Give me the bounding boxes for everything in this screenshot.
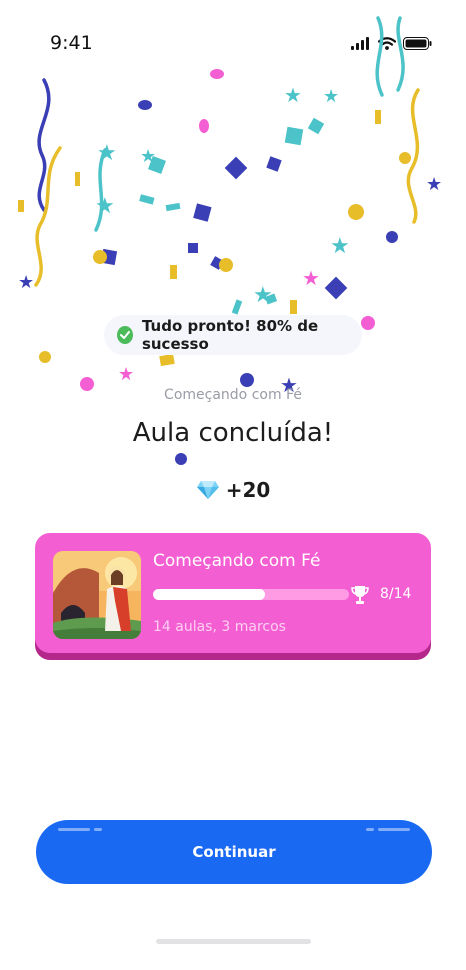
course-card[interactable]: Começando com Fé 8/14 14 aulas, 3 marcos [35,533,431,653]
course-progress-fill [153,589,265,600]
battery-icon [403,37,432,50]
course-thumbnail [53,551,141,639]
svg-text:★: ★ [323,86,339,107]
button-highlight [378,828,410,831]
status-bar: 9:41 [0,0,466,80]
diamond-gem-icon [196,481,219,499]
svg-text:★: ★ [118,364,134,385]
svg-text:★: ★ [97,141,117,166]
wifi-icon [378,37,396,50]
continue-button-label: Continuar [192,843,276,861]
trophy-icon [351,586,369,604]
status-time: 9:41 [50,32,93,54]
success-toast: Tudo pronto! 80% de sucesso [104,315,362,355]
reward: +20 [0,478,466,502]
svg-text:★: ★ [330,234,350,259]
lesson-complete-title: Aula concluída! [132,418,334,448]
continue-button[interactable]: Continuar [36,820,432,884]
lesson-course-name: Começando com Fé [164,387,302,403]
course-card-title: Começando com Fé [153,551,321,571]
course-progress-bar [153,589,349,600]
course-progress-count: 8/14 [380,586,412,602]
svg-text:★: ★ [95,194,115,219]
svg-text:★: ★ [284,83,302,107]
reward-value: +20 [225,478,271,502]
home-indicator [156,939,311,944]
toast-text: Tudo pronto! 80% de sucesso [141,317,319,353]
signal-icon [351,37,369,50]
status-icons [351,37,432,50]
button-highlight [94,828,102,831]
svg-text:★: ★ [140,146,156,167]
button-highlight [366,828,374,831]
check-circle-icon [117,326,133,344]
svg-text:★: ★ [253,283,273,308]
svg-text:★: ★ [426,174,442,195]
svg-text:★: ★ [302,266,320,290]
svg-text:★: ★ [18,272,34,293]
course-card-meta: 14 aulas, 3 marcos [153,619,286,635]
button-highlight [58,828,90,831]
